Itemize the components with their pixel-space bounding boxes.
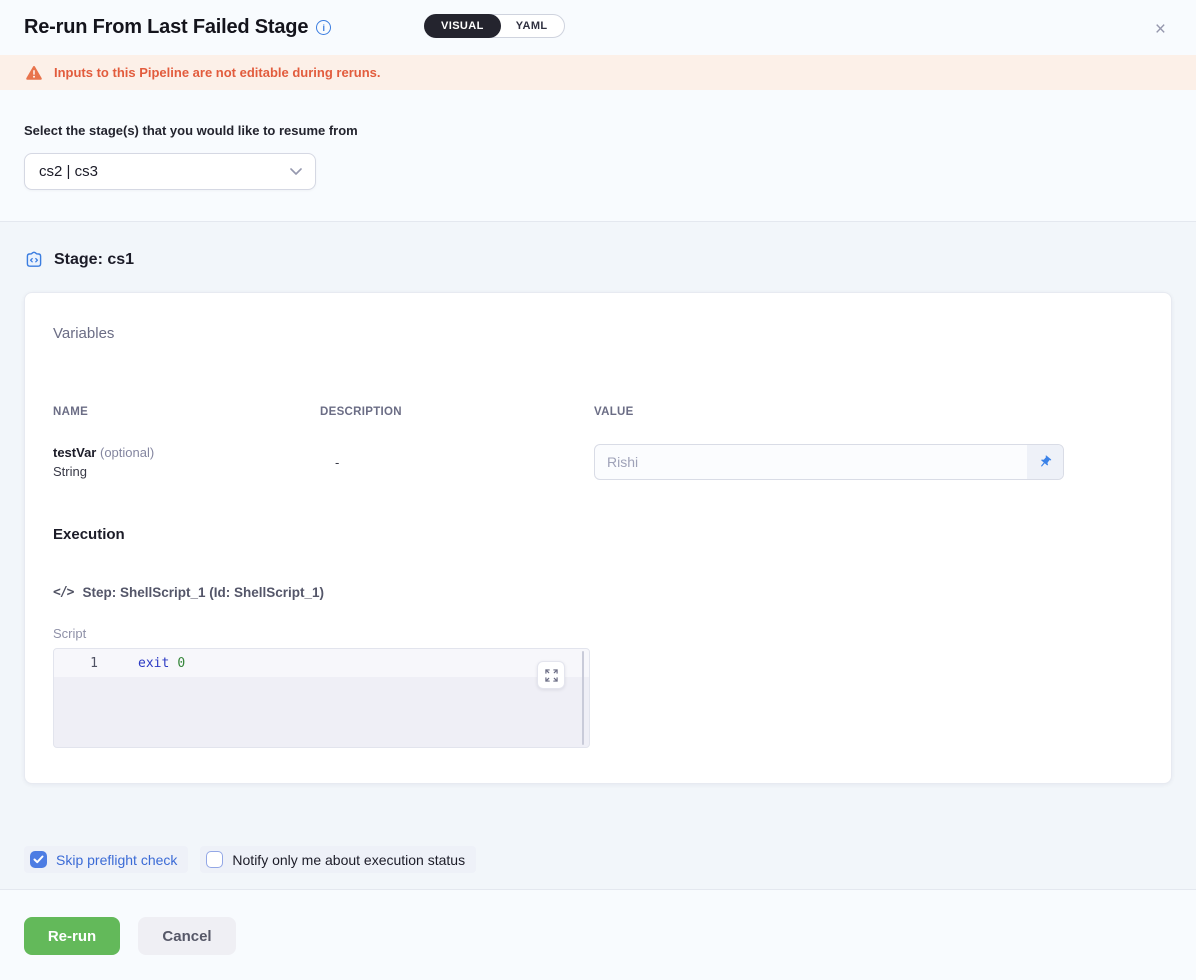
code-icon: </> bbox=[53, 585, 73, 600]
stage-select-value: cs2 | cs3 bbox=[39, 163, 98, 180]
column-description: DESCRIPTION bbox=[320, 406, 594, 418]
variable-name-cell: testVar (optional) String bbox=[53, 445, 320, 479]
checkbox-unchecked-icon[interactable] bbox=[206, 851, 223, 868]
variables-table-header: NAME DESCRIPTION VALUE bbox=[53, 406, 1143, 418]
rerun-button[interactable]: Re-run bbox=[24, 917, 120, 955]
warning-banner: Inputs to this Pipeline are not editable… bbox=[0, 55, 1196, 90]
column-name: NAME bbox=[53, 406, 320, 418]
line-number: 1 bbox=[54, 656, 98, 671]
stage-card: Variables NAME DESCRIPTION VALUE testVar… bbox=[24, 292, 1172, 784]
script-code-editor[interactable]: 1 exit 0 bbox=[53, 648, 590, 748]
stage-title: Stage: cs1 bbox=[54, 251, 134, 269]
variables-heading: Variables bbox=[53, 325, 1143, 342]
notify-only-me-option[interactable]: Notify only me about execution status bbox=[200, 846, 476, 873]
visual-yaml-toggle: VISUAL YAML bbox=[424, 14, 565, 38]
run-options: Skip preflight check Notify only me abou… bbox=[24, 846, 1172, 873]
notify-only-me-label: Notify only me about execution status bbox=[232, 852, 465, 868]
tab-yaml[interactable]: YAML bbox=[500, 15, 564, 37]
dialog-footer: Re-run Cancel bbox=[0, 890, 1196, 980]
custom-stage-icon bbox=[24, 250, 44, 270]
step-header: </> Step: ShellScript_1 (Id: ShellScript… bbox=[53, 585, 1143, 600]
warning-text: Inputs to this Pipeline are not editable… bbox=[54, 65, 380, 80]
code-value: 0 bbox=[177, 656, 185, 671]
chevron-down-icon bbox=[290, 168, 302, 175]
warning-triangle-icon bbox=[25, 65, 43, 81]
variable-description: - bbox=[320, 455, 594, 470]
script-label: Script bbox=[53, 626, 1143, 641]
execution-heading: Execution bbox=[53, 526, 1143, 543]
code-keyword: exit bbox=[138, 656, 169, 671]
pin-icon[interactable] bbox=[1027, 445, 1063, 479]
close-icon[interactable]: × bbox=[1155, 20, 1166, 39]
checkbox-checked-icon[interactable] bbox=[30, 851, 47, 868]
variable-optional-tag: (optional) bbox=[100, 445, 154, 460]
stage-header: Stage: cs1 bbox=[24, 250, 1172, 270]
variable-value-cell bbox=[594, 444, 1143, 480]
variable-value-input[interactable] bbox=[595, 445, 1027, 479]
variable-value-field bbox=[594, 444, 1064, 480]
info-circle-icon[interactable]: i bbox=[316, 20, 331, 35]
table-row: testVar (optional) String - bbox=[53, 444, 1143, 480]
skip-preflight-label: Skip preflight check bbox=[56, 852, 177, 868]
tab-visual[interactable]: VISUAL bbox=[424, 14, 501, 38]
page-title: Re-run From Last Failed Stage bbox=[24, 16, 308, 39]
stage-select-section: Select the stage(s) that you would like … bbox=[0, 90, 1196, 222]
skip-preflight-option[interactable]: Skip preflight check bbox=[24, 846, 188, 873]
expand-icon[interactable] bbox=[537, 661, 565, 689]
rerun-dialog: Re-run From Last Failed Stage i VISUAL Y… bbox=[0, 0, 1196, 980]
column-value: VALUE bbox=[594, 406, 1143, 418]
code-line: 1 exit 0 bbox=[54, 649, 589, 677]
dialog-header: Re-run From Last Failed Stage i VISUAL Y… bbox=[0, 0, 1196, 55]
editor-scrollbar[interactable] bbox=[582, 651, 584, 745]
variable-name: testVar bbox=[53, 445, 96, 460]
stage-section: Stage: cs1 Variables NAME DESCRIPTION VA… bbox=[0, 222, 1196, 890]
step-label: Step: ShellScript_1 (Id: ShellScript_1) bbox=[82, 585, 324, 600]
variable-type: String bbox=[53, 464, 320, 479]
cancel-button[interactable]: Cancel bbox=[138, 917, 236, 955]
stage-select-dropdown[interactable]: cs2 | cs3 bbox=[24, 153, 316, 190]
stage-select-label: Select the stage(s) that you would like … bbox=[24, 123, 1172, 138]
